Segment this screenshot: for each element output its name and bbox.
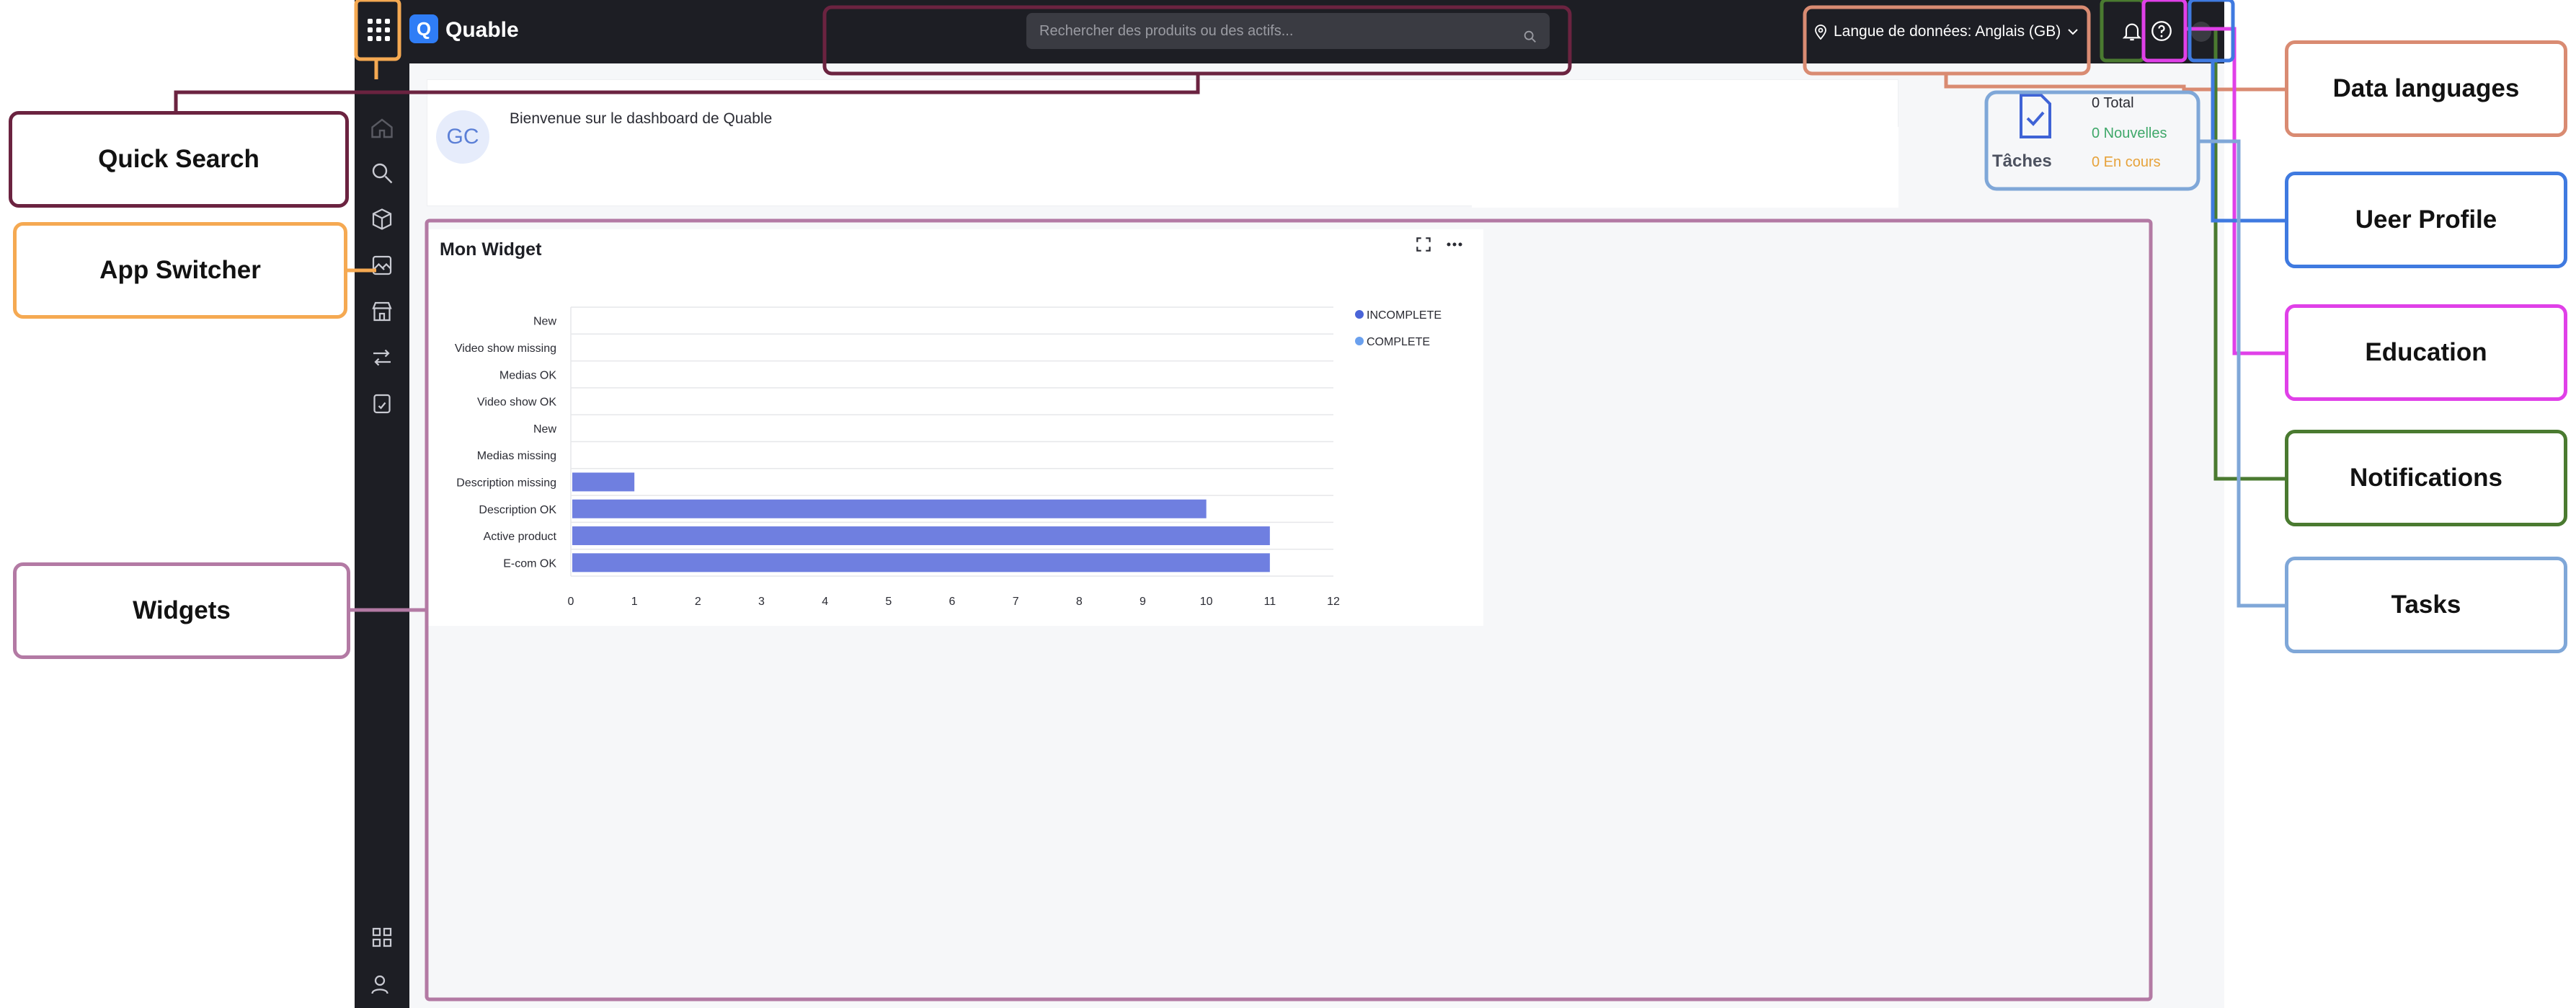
callout-user-profile: Ueer Profile [2285,172,2567,268]
callout-data-languages: Data languages [2285,40,2567,137]
quick-search-connector [174,74,1200,111]
annotation-overlay [174,0,2285,1002]
education-connector [2185,27,2285,355]
notifications-highlight [2100,0,2146,63]
callout-app-switcher: App Switcher [13,222,347,319]
notifications-connector [2213,29,2285,481]
tasks-highlight [1984,90,2200,191]
education-highlight [2141,0,2188,63]
callout-widgets: Widgets [13,562,350,659]
quick-search-highlight [822,5,1572,76]
widgets-highlight [425,218,2153,1002]
callout-notifications: Notifications [2285,430,2567,526]
callout-education: Education [2285,304,2567,401]
callout-quick-search: Quick Search [9,111,349,208]
app-switcher-highlight [354,0,401,61]
callout-tasks: Tasks [2285,557,2567,653]
data-languages-highlight [1803,5,2091,76]
